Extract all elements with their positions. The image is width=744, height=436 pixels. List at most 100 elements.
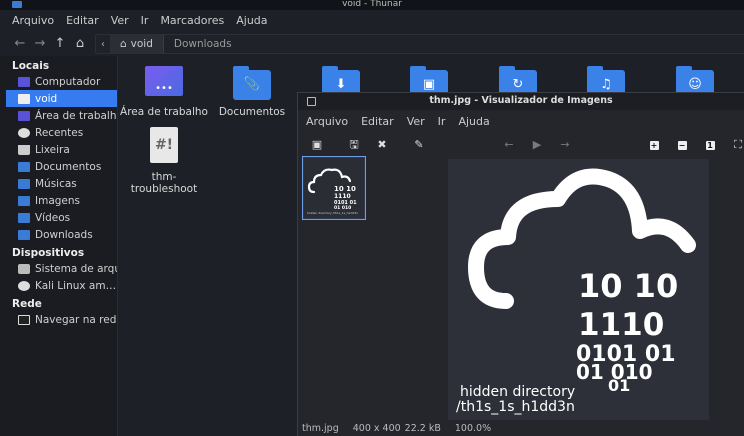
viewer-menu-ajuda[interactable]: Ajuda: [454, 113, 493, 133]
sidebar-item-downloads[interactable]: Downloads: [0, 226, 117, 243]
caption-line-2: /th1s_1s_h1dd3n: [456, 399, 575, 415]
zoom-in-icon[interactable]: +: [647, 138, 661, 152]
viewer-menu-arquivo[interactable]: Arquivo: [302, 113, 352, 133]
sidebar-item-label: Sistema de arqu…: [35, 262, 117, 275]
file-name: Documentos: [218, 106, 286, 118]
home-icon[interactable]: ⌂: [72, 36, 88, 52]
save-icon[interactable]: 🖫: [347, 138, 361, 152]
sidebar-item-label: Downloads: [35, 228, 93, 241]
file-item-documentos[interactable]: 📎 Documentos: [207, 66, 297, 118]
viewer-menubar: Arquivo Editar Ver Ir Ajuda: [298, 113, 744, 133]
sidebar-item-documentos[interactable]: Documentos: [0, 158, 117, 175]
back-arrow-icon[interactable]: ←: [12, 36, 28, 52]
image-viewer-window: thm.jpg - Visualizador de Imagens Arquiv…: [297, 92, 744, 436]
fullscreen-icon[interactable]: ⛶: [731, 138, 744, 152]
window-title: void - Thunar: [342, 0, 402, 9]
menu-ver[interactable]: Ver: [105, 12, 135, 32]
sidebar-item-filesystem[interactable]: Sistema de arqu…: [0, 260, 117, 277]
breadcrumb-home[interactable]: ⌂ void: [110, 35, 164, 53]
sidebar-item-imagens[interactable]: Imagens: [0, 192, 117, 209]
folder-icon: [18, 195, 30, 206]
home-icon: ⌂: [120, 38, 127, 50]
up-arrow-icon[interactable]: ↑: [52, 36, 68, 52]
svg-text:1110: 1110: [334, 193, 351, 200]
sidebar-item-label: Documentos: [35, 160, 102, 173]
computer-icon: [18, 76, 30, 87]
cloud-binary-image: 10 10 1110 0101 01 01 010 01 hidden dire…: [456, 168, 696, 415]
status-filename: thm.jpg: [302, 423, 339, 434]
viewer-menu-ver[interactable]: Ver: [403, 113, 429, 133]
viewer-menu-editar[interactable]: Editar: [357, 113, 398, 133]
sidebar-item-label: Computador: [35, 75, 101, 88]
sidebar-item-network[interactable]: Navegar na rede: [0, 311, 117, 328]
breadcrumb-home-label: void: [130, 38, 153, 50]
sidebar-item-label: Área de trabalho: [35, 109, 117, 122]
sidebar-item-label: Navegar na rede: [35, 313, 117, 326]
delete-icon[interactable]: ✖: [375, 138, 389, 152]
toolbar: ← → ↑ ⌂ ‹ ⌂ void Downloads: [0, 33, 744, 55]
sidebar-item-label: Vídeos: [35, 211, 71, 224]
chevron-left-icon[interactable]: ‹: [96, 39, 110, 50]
folder-icon: [18, 229, 30, 240]
file-item-desktop[interactable]: ••• Área de trabalho: [119, 66, 209, 118]
sidebar-item-musicas[interactable]: Músicas: [0, 175, 117, 192]
status-size: 22.2 kB: [404, 423, 441, 434]
sidebar-item-label: Músicas: [35, 177, 77, 190]
binary-line-1: 10 10: [578, 267, 678, 305]
desktop-folder-icon: •••: [145, 66, 183, 96]
sidebar-item-recentes[interactable]: Recentes: [0, 124, 117, 141]
binary-line-5: 01: [608, 376, 630, 395]
thunar-titlebar: void - Thunar: [0, 0, 744, 10]
play-icon[interactable]: ▶: [530, 138, 544, 152]
sidebar-item-videos[interactable]: Vídeos: [0, 209, 117, 226]
zoom-out-icon[interactable]: −: [675, 138, 689, 152]
sidebar-item-computador[interactable]: Computador: [0, 73, 117, 90]
thumbnail-caption: hidden directory /th1s_1s_h1dd3n: [307, 211, 358, 215]
sidebar: Locais Computador void Área de trabalho …: [0, 56, 118, 436]
file-name: thm-troubleshoot: [130, 171, 198, 195]
caption-line-1: hidden directory: [460, 384, 575, 400]
sidebar-item-label: Kali Linux am…: [35, 279, 117, 292]
viewer-title: thm.jpg - Visualizador de Imagens: [429, 95, 613, 106]
folder-icon: [18, 178, 30, 189]
viewer-titlebar: thm.jpg - Visualizador de Imagens: [298, 93, 744, 110]
section-title-locais: Locais: [12, 60, 50, 72]
cloud-thumbnail-icon: 10 10 1110 0101 01 01 010 hidden directo…: [307, 168, 358, 215]
status-zoom: 100.0%: [454, 423, 492, 434]
menu-marcadores[interactable]: Marcadores: [154, 12, 230, 32]
trash-icon: [18, 144, 30, 155]
main-image: 10 10 1110 0101 01 01 010 01 hidden dire…: [448, 159, 709, 420]
folder-icon: [18, 161, 30, 172]
sidebar-item-label: void: [35, 92, 58, 105]
menu-ir[interactable]: Ir: [135, 12, 155, 32]
open-icon[interactable]: ▣: [310, 138, 324, 152]
edit-pencil-icon[interactable]: ✎: [412, 138, 426, 152]
menu-arquivo[interactable]: Arquivo: [6, 12, 60, 32]
viewer-menu-ir[interactable]: Ir: [434, 113, 450, 133]
desktop-icon: [18, 110, 30, 121]
sidebar-item-label: Recentes: [35, 126, 84, 139]
menu-ajuda[interactable]: Ajuda: [230, 12, 273, 32]
path-bar: ‹ ⌂ void Downloads: [95, 34, 744, 54]
sidebar-item-desktop[interactable]: Área de trabalho: [0, 107, 117, 124]
forward-arrow-icon[interactable]: →: [32, 36, 48, 52]
sidebar-item-kali-disc[interactable]: Kali Linux am…⏏: [0, 277, 117, 294]
sidebar-item-label: Lixeira: [35, 143, 70, 156]
section-title-rede: Rede: [12, 298, 42, 310]
menu-editar[interactable]: Editar: [60, 12, 105, 32]
thumbnail[interactable]: 10 10 1110 0101 01 01 010 hidden directo…: [302, 156, 366, 220]
network-icon: [18, 314, 30, 325]
breadcrumb-current-label: Downloads: [173, 38, 232, 50]
next-arrow-icon[interactable]: →: [558, 138, 572, 152]
file-item-thm-troubleshoot[interactable]: #! thm-troubleshoot: [119, 127, 209, 195]
disc-icon: [18, 280, 30, 291]
script-file-icon: #!: [150, 127, 178, 163]
folder-icon: [18, 212, 30, 223]
sidebar-item-lixeira[interactable]: Lixeira: [0, 141, 117, 158]
documents-folder-icon: 📎: [233, 66, 271, 100]
previous-arrow-icon[interactable]: ←: [502, 138, 516, 152]
sidebar-item-void[interactable]: void: [6, 90, 117, 107]
thumbnail-image: 10 10 1110 0101 01 01 010 hidden directo…: [304, 158, 364, 218]
breadcrumb-current[interactable]: Downloads: [164, 35, 242, 53]
zoom-100-icon[interactable]: 1: [703, 138, 717, 152]
